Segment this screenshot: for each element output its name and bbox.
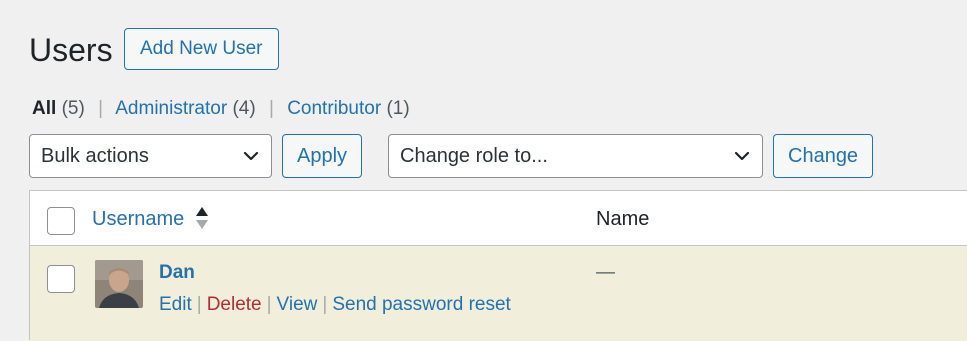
- row-actions: Edit | Delete | View | Send password reset: [159, 292, 511, 318]
- change-role-select[interactable]: Change role to...: [388, 134, 763, 178]
- action-separator: |: [266, 294, 272, 315]
- username-link[interactable]: Dan: [159, 260, 195, 286]
- apply-button[interactable]: Apply: [282, 134, 363, 178]
- sort-ascending-icon[interactable]: [195, 206, 209, 230]
- name-value: —: [596, 262, 615, 283]
- chevron-down-icon: [243, 151, 259, 161]
- filter-all-count: (5): [61, 98, 85, 119]
- bulk-actions-select[interactable]: Bulk actions: [29, 134, 272, 178]
- chevron-down-icon: [734, 151, 750, 161]
- bulk-actions-value: Bulk actions: [41, 145, 149, 167]
- column-header-name: Name: [596, 208, 650, 230]
- table-row: Dan Edit | Delete | View | Send password reset…: [30, 246, 967, 341]
- delete-link[interactable]: Delete: [207, 294, 262, 315]
- row-checkbox[interactable]: [47, 265, 75, 293]
- users-table: Username Name Dan Edit | Delete | View | Send …: [29, 190, 967, 341]
- table-header-row: Username Name: [30, 191, 967, 246]
- edit-link[interactable]: Edit: [159, 294, 192, 315]
- column-header-username[interactable]: Username: [92, 205, 184, 233]
- filter-separator: |: [268, 98, 274, 119]
- action-separator: |: [322, 294, 328, 315]
- filter-separator: |: [98, 98, 104, 119]
- filter-contributor-count: (1): [386, 98, 410, 119]
- role-filter-links: All (5) | Administrator (4) | Contributo…: [32, 96, 410, 122]
- filter-all-label[interactable]: All: [32, 98, 56, 119]
- change-role-button[interactable]: Change: [773, 134, 874, 178]
- avatar: [95, 260, 143, 308]
- add-new-user-button[interactable]: Add New User: [124, 28, 279, 70]
- page-title: Users: [29, 32, 113, 68]
- filter-administrator-link[interactable]: Administrator: [115, 98, 227, 119]
- filter-contributor-link[interactable]: Contributor: [287, 98, 381, 119]
- filter-administrator-count: (4): [232, 98, 256, 119]
- send-password-reset-link[interactable]: Send password reset: [332, 294, 511, 315]
- select-all-checkbox[interactable]: [47, 207, 75, 235]
- action-separator: |: [196, 294, 202, 315]
- view-link[interactable]: View: [277, 294, 318, 315]
- change-role-value: Change role to...: [400, 145, 548, 167]
